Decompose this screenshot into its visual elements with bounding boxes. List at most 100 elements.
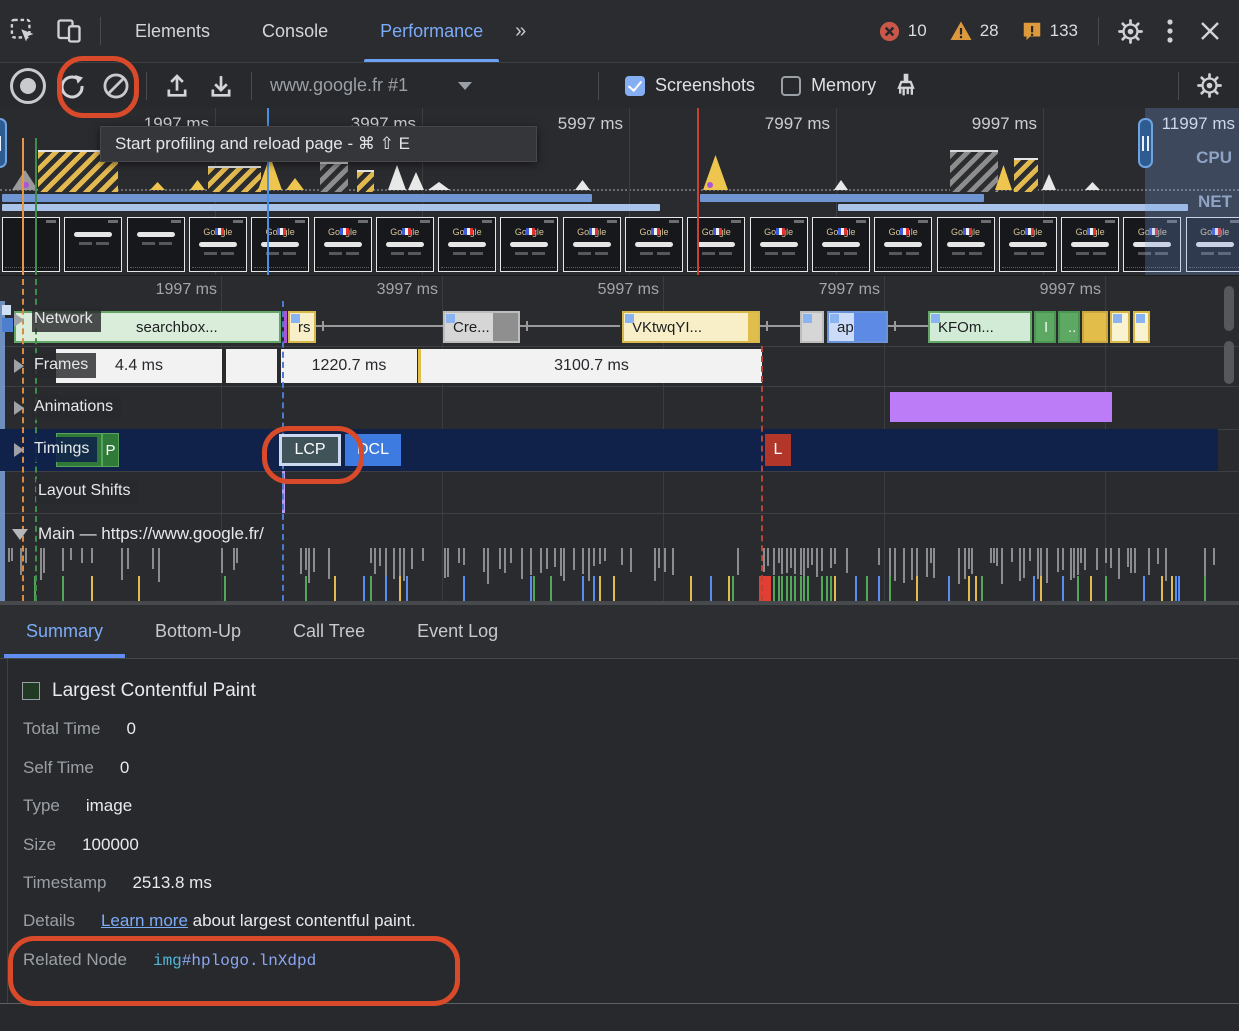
- flame-tick[interactable]: [385, 576, 387, 601]
- network-request[interactable]: [1110, 311, 1130, 343]
- network-request[interactable]: ap...: [827, 311, 888, 343]
- flame-tick[interactable]: [393, 548, 395, 579]
- flame-tick[interactable]: [800, 548, 802, 575]
- flame-tick[interactable]: [1118, 548, 1120, 579]
- flame-tick[interactable]: [521, 548, 523, 579]
- flame-tick[interactable]: [399, 576, 401, 601]
- flame-tick[interactable]: [790, 548, 792, 568]
- flame-tick[interactable]: [328, 548, 330, 579]
- flame-tick[interactable]: [958, 548, 960, 584]
- flame-tick[interactable]: [800, 576, 802, 601]
- record-button[interactable]: [6, 67, 50, 105]
- screenshot-thumb[interactable]: Google: [314, 217, 372, 272]
- screenshot-thumb[interactable]: [64, 217, 122, 272]
- flame-tick[interactable]: [550, 576, 552, 601]
- flame-tick[interactable]: [563, 548, 565, 581]
- flame-tick[interactable]: [530, 548, 532, 575]
- flame-tick[interactable]: [334, 576, 336, 601]
- network-request[interactable]: ..: [1058, 311, 1080, 343]
- animation-bar[interactable]: [890, 392, 1112, 422]
- track-main[interactable]: Main — https://www.google.fr/: [12, 521, 272, 548]
- track-network[interactable]: Network: [14, 307, 101, 332]
- flame-tick[interactable]: [778, 576, 780, 601]
- timing-marker-dcl[interactable]: DCL: [345, 434, 401, 466]
- flame-tick[interactable]: [308, 548, 310, 583]
- flame-tick[interactable]: [158, 548, 160, 582]
- flame-tick[interactable]: [300, 548, 302, 574]
- overview-left-handle[interactable]: [0, 118, 7, 168]
- collapse-arrow-icon[interactable]: [14, 359, 24, 373]
- flame-tick[interactable]: [1073, 548, 1075, 578]
- flame-tick[interactable]: [916, 576, 918, 601]
- flame-tick[interactable]: [846, 548, 848, 573]
- flame-tick[interactable]: [499, 548, 501, 569]
- track-timings[interactable]: Timings: [14, 437, 97, 462]
- flame-tick[interactable]: [767, 548, 769, 566]
- close-icon[interactable]: [1187, 11, 1233, 51]
- flame-tick[interactable]: [781, 576, 783, 601]
- screenshot-thumb[interactable]: Google: [563, 217, 621, 272]
- frame-bar[interactable]: 3100.7 ms: [421, 349, 762, 383]
- flame-tick[interactable]: [604, 548, 606, 561]
- flame-tick[interactable]: [968, 548, 970, 569]
- more-tabs-icon[interactable]: »: [509, 20, 529, 43]
- screenshot-thumb[interactable]: Google: [438, 217, 496, 272]
- screenshot-thumb[interactable]: Google: [189, 217, 247, 272]
- flame-tick[interactable]: [911, 548, 913, 580]
- flame-tick[interactable]: [599, 548, 601, 564]
- network-request[interactable]: VKtwqYI...: [622, 311, 760, 343]
- screenshot-thumb[interactable]: Google: [625, 217, 683, 272]
- flame-tick[interactable]: [889, 576, 891, 601]
- flame-tick[interactable]: [878, 576, 880, 601]
- screenshots-checkbox[interactable]: Screenshots: [625, 75, 755, 96]
- screenshot-thumb[interactable]: Google: [1061, 217, 1119, 272]
- flame-tick[interactable]: [588, 548, 590, 581]
- save-profile-icon[interactable]: [199, 67, 243, 105]
- flame-tick[interactable]: [582, 576, 584, 601]
- flame-tick[interactable]: [1178, 576, 1180, 601]
- network-request[interactable]: [1082, 311, 1108, 343]
- flame-tick[interactable]: [894, 548, 896, 581]
- collapse-arrow-icon[interactable]: [14, 313, 24, 327]
- flame-tick[interactable]: [1096, 548, 1098, 570]
- flame-tick[interactable]: [236, 548, 238, 563]
- flame-tick[interactable]: [121, 548, 123, 580]
- flame-tick[interactable]: [127, 548, 129, 569]
- flame-tick[interactable]: [1204, 576, 1206, 601]
- flame-tick[interactable]: [1110, 548, 1112, 568]
- flame-tick[interactable]: [1084, 548, 1086, 570]
- related-node-link[interactable]: img: [153, 952, 182, 970]
- flame-tick[interactable]: [43, 548, 45, 573]
- flame-tick[interactable]: [70, 548, 72, 560]
- flame-tick[interactable]: [834, 576, 836, 601]
- flame-tick[interactable]: [573, 548, 575, 570]
- screenshot-thumb[interactable]: Google: [750, 217, 808, 272]
- screenshot-thumb[interactable]: Google: [937, 217, 995, 272]
- track-layout-shifts[interactable]: Layout Shifts: [36, 479, 139, 504]
- flame-tick[interactable]: [406, 576, 408, 601]
- flame-tick[interactable]: [728, 576, 730, 601]
- flame-tick[interactable]: [1011, 548, 1013, 562]
- network-request[interactable]: rs: [288, 311, 316, 343]
- flame-tick[interactable]: [224, 576, 226, 601]
- flame-tick[interactable]: [411, 548, 413, 569]
- flame-tick[interactable]: [996, 548, 998, 566]
- flame-tick[interactable]: [1148, 548, 1150, 575]
- flame-tick[interactable]: [599, 576, 601, 601]
- flame-tick[interactable]: [1077, 548, 1079, 575]
- flame-tick[interactable]: [948, 576, 950, 601]
- timing-marker-lcp[interactable]: LCP: [279, 434, 341, 466]
- timing-marker-fcp[interactable]: P: [102, 433, 119, 467]
- flame-tick[interactable]: [658, 548, 660, 568]
- flame-tick[interactable]: [794, 548, 796, 574]
- flame-tick[interactable]: [672, 548, 674, 575]
- flame-tick[interactable]: [1105, 576, 1107, 601]
- tab-performance[interactable]: Performance: [354, 0, 509, 62]
- reload-and-profile-button[interactable]: [50, 67, 94, 105]
- flame-tick[interactable]: [374, 548, 376, 574]
- network-request[interactable]: KFOm...: [928, 311, 1032, 343]
- capture-settings-gear-icon[interactable]: [1187, 67, 1231, 105]
- flame-tick[interactable]: [968, 576, 970, 601]
- flame-tick[interactable]: [546, 548, 548, 569]
- screenshot-thumb[interactable]: Google: [687, 217, 745, 272]
